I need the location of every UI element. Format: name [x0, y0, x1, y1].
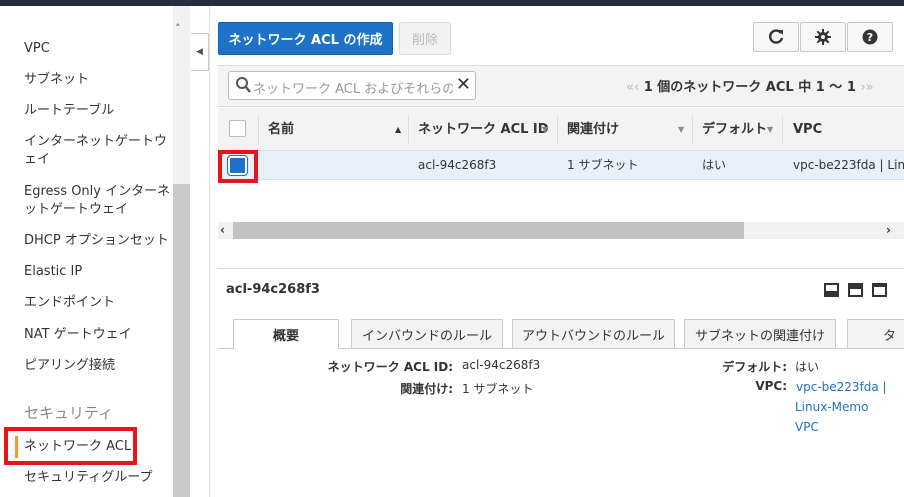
vpc-link-suffix[interactable]: VPC [795, 420, 819, 434]
cell-vpc: vpc-be223fda | Lin [793, 158, 904, 172]
annotation-highlight-sidebar [4, 427, 137, 465]
sidebar-item-security-groups[interactable]: セキュリティグループ [24, 469, 172, 487]
column-header-default[interactable]: デフォルト [702, 108, 767, 151]
pagination: «‹ 1 個のネットワーク ACL 中 1 〜 1 ›» [626, 76, 874, 95]
field-value-default: はい [795, 360, 820, 374]
detail-title: acl-94c268f3 [226, 282, 320, 297]
layout-full-icon[interactable] [872, 283, 887, 297]
gear-icon [815, 29, 831, 45]
column-header-name[interactable]: 名前 [268, 108, 294, 151]
tab-tags[interactable]: タ [847, 319, 904, 349]
tab-inbound-rules[interactable]: インバウンドのルール [351, 319, 503, 349]
close-icon[interactable]: ✕ [456, 74, 471, 95]
cell-association: 1 サブネット [567, 158, 639, 172]
refresh-button[interactable] [753, 22, 799, 52]
vpc-link-name[interactable]: Linux-Memo [795, 400, 868, 414]
sidebar-item-route-tables[interactable]: ルートテーブル [24, 102, 172, 120]
tab-outbound-rules[interactable]: アウトバウンドのルール [512, 319, 675, 349]
settings-button[interactable] [800, 22, 846, 52]
prev-page-icon[interactable]: ‹ [634, 80, 639, 95]
first-page-icon[interactable]: « [626, 80, 634, 95]
sidebar-scrollbar-thumb[interactable] [173, 184, 190, 497]
column-separator [258, 116, 259, 144]
search-field[interactable]: ネットワーク ACL およびそれらの ✕ [228, 71, 476, 100]
column-separator [408, 116, 409, 144]
field-value-acl-id: acl-94c268f3 [462, 358, 541, 372]
sidebar-item-internet-gateways[interactable]: インターネットゲートウェイ [24, 133, 172, 169]
field-label-acl-id: ネットワーク ACL ID: [327, 360, 453, 374]
help-button[interactable]: ? [847, 22, 893, 52]
column-header-association[interactable]: 関連付け [567, 108, 619, 151]
sidebar-item-subnets[interactable]: サブネット [24, 71, 172, 89]
panel-divider [209, 6, 210, 497]
sidebar-section-security: セキュリティ [24, 404, 114, 422]
sidebar-item-endpoints[interactable]: エンドポイント [24, 294, 172, 312]
sidebar-item-vpc[interactable]: VPC [24, 40, 172, 58]
last-page-icon[interactable]: » [866, 80, 874, 95]
column-separator [782, 116, 783, 144]
sidebar-item-peering[interactable]: ピアリング接続 [24, 357, 172, 375]
search-input[interactable]: ネットワーク ACL およびそれらの [253, 78, 453, 97]
cell-default: はい [702, 158, 727, 172]
sidebar-item-egress-only-gateways[interactable]: Egress Only インターネットゲートウェイ [24, 183, 172, 219]
chevron-left-icon: ◀ [196, 47, 203, 57]
sidebar-item-nat-gateways[interactable]: NAT ゲートウェイ [24, 326, 172, 344]
column-separator [692, 116, 693, 144]
refresh-icon [769, 29, 784, 44]
help-icon: ? [862, 29, 878, 45]
create-network-acl-button[interactable]: ネットワーク ACL の作成 [218, 22, 393, 55]
svg-text:?: ? [867, 31, 873, 44]
column-separator [557, 116, 558, 144]
column-header-vpc[interactable]: VPC [793, 108, 822, 151]
sort-icon[interactable]: ▼ [542, 108, 548, 151]
vpc-link[interactable]: vpc-be223fda | [796, 380, 887, 394]
collapse-sidebar-button[interactable]: ◀ [191, 33, 209, 71]
pager-text: 1 個のネットワーク ACL 中 1 〜 1 [643, 80, 856, 95]
sort-asc-icon[interactable]: ▲ [395, 108, 401, 151]
split-divider[interactable] [218, 268, 904, 269]
delete-button[interactable]: 削除 [399, 22, 451, 55]
field-label-default: デフォルト: [722, 360, 787, 374]
layout-bottom-icon[interactable] [824, 283, 839, 297]
sidebar: VPC サブネット ルートテーブル インターネットゲートウェイ Egress O… [0, 6, 190, 497]
annotation-highlight-checkbox [218, 150, 258, 183]
tab-subnet-associations[interactable]: サブネットの関連付け [684, 319, 836, 349]
field-label-vpc: VPC: [755, 379, 787, 393]
scroll-right-icon[interactable]: › [886, 223, 891, 237]
column-header-acl-id[interactable]: ネットワーク ACL ID [418, 108, 549, 151]
sort-icon[interactable]: ▼ [767, 108, 773, 151]
scroll-up-icon[interactable]: ˄ [175, 22, 181, 35]
field-label-association: 関連付け: [400, 382, 453, 396]
select-all-checkbox[interactable] [229, 120, 246, 137]
sidebar-item-elastic-ip[interactable]: Elastic IP [24, 263, 172, 281]
search-icon [236, 77, 251, 93]
sidebar-item-dhcp-options[interactable]: DHCP オプションセット [24, 232, 172, 250]
cell-acl-id: acl-94c268f3 [418, 158, 497, 172]
layout-split-icon[interactable] [848, 283, 863, 297]
tab-summary[interactable]: 概要 [233, 319, 339, 350]
horizontal-scrollbar-thumb[interactable] [233, 222, 744, 239]
scroll-left-icon[interactable]: ‹ [220, 223, 225, 237]
sort-icon[interactable]: ▼ [678, 108, 684, 151]
field-value-association: 1 サブネット [462, 382, 534, 396]
